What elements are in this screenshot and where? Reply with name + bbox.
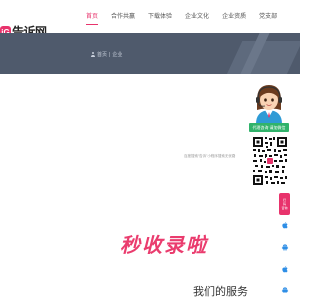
breadcrumb-home[interactable]: 首页	[97, 51, 107, 58]
main-nav: 首页 合作共赢 下载体验 企业文化 企业资质 党支部	[86, 13, 290, 25]
apple-icon[interactable]	[281, 265, 289, 273]
breadcrumb-separator: |	[109, 51, 111, 58]
search-hint: 百度搜索“告诉”小程序搜索无忧路	[184, 154, 236, 158]
nav-cooperation[interactable]: 合作共赢	[111, 13, 135, 21]
user-icon	[90, 52, 95, 57]
section-title: 我们的服务	[193, 286, 248, 298]
consult-button[interactable]: 代理咨询 请加微信	[249, 123, 289, 132]
android-icon[interactable]	[281, 286, 289, 294]
headline: 秒收录啦	[120, 233, 208, 257]
sidebar-pill-line: 咨询	[281, 206, 288, 210]
nav-culture[interactable]: 企业文化	[185, 13, 209, 21]
apple-icon[interactable]	[281, 221, 289, 229]
page-banner: 首页 | 企业	[0, 33, 300, 74]
sidebar-scan-consult[interactable]: 扫 码 咨询	[279, 193, 290, 215]
breadcrumb: 首页 | 企业	[90, 51, 122, 58]
breadcrumb-current: 企业	[112, 52, 123, 58]
customer-service-avatar[interactable]	[248, 80, 290, 124]
nav-qualification[interactable]: 企业资质	[222, 13, 246, 21]
nav-download[interactable]: 下载体验	[148, 13, 172, 21]
site-header: iG 告诉网 首页 合作共赢 下载体验 企业文化 企业资质 党支部	[0, 0, 300, 38]
nav-home[interactable]: 首页	[86, 13, 99, 25]
wechat-qr-code	[252, 136, 288, 186]
nav-party-branch[interactable]: 党支部	[259, 13, 277, 21]
android-icon[interactable]	[281, 243, 289, 251]
